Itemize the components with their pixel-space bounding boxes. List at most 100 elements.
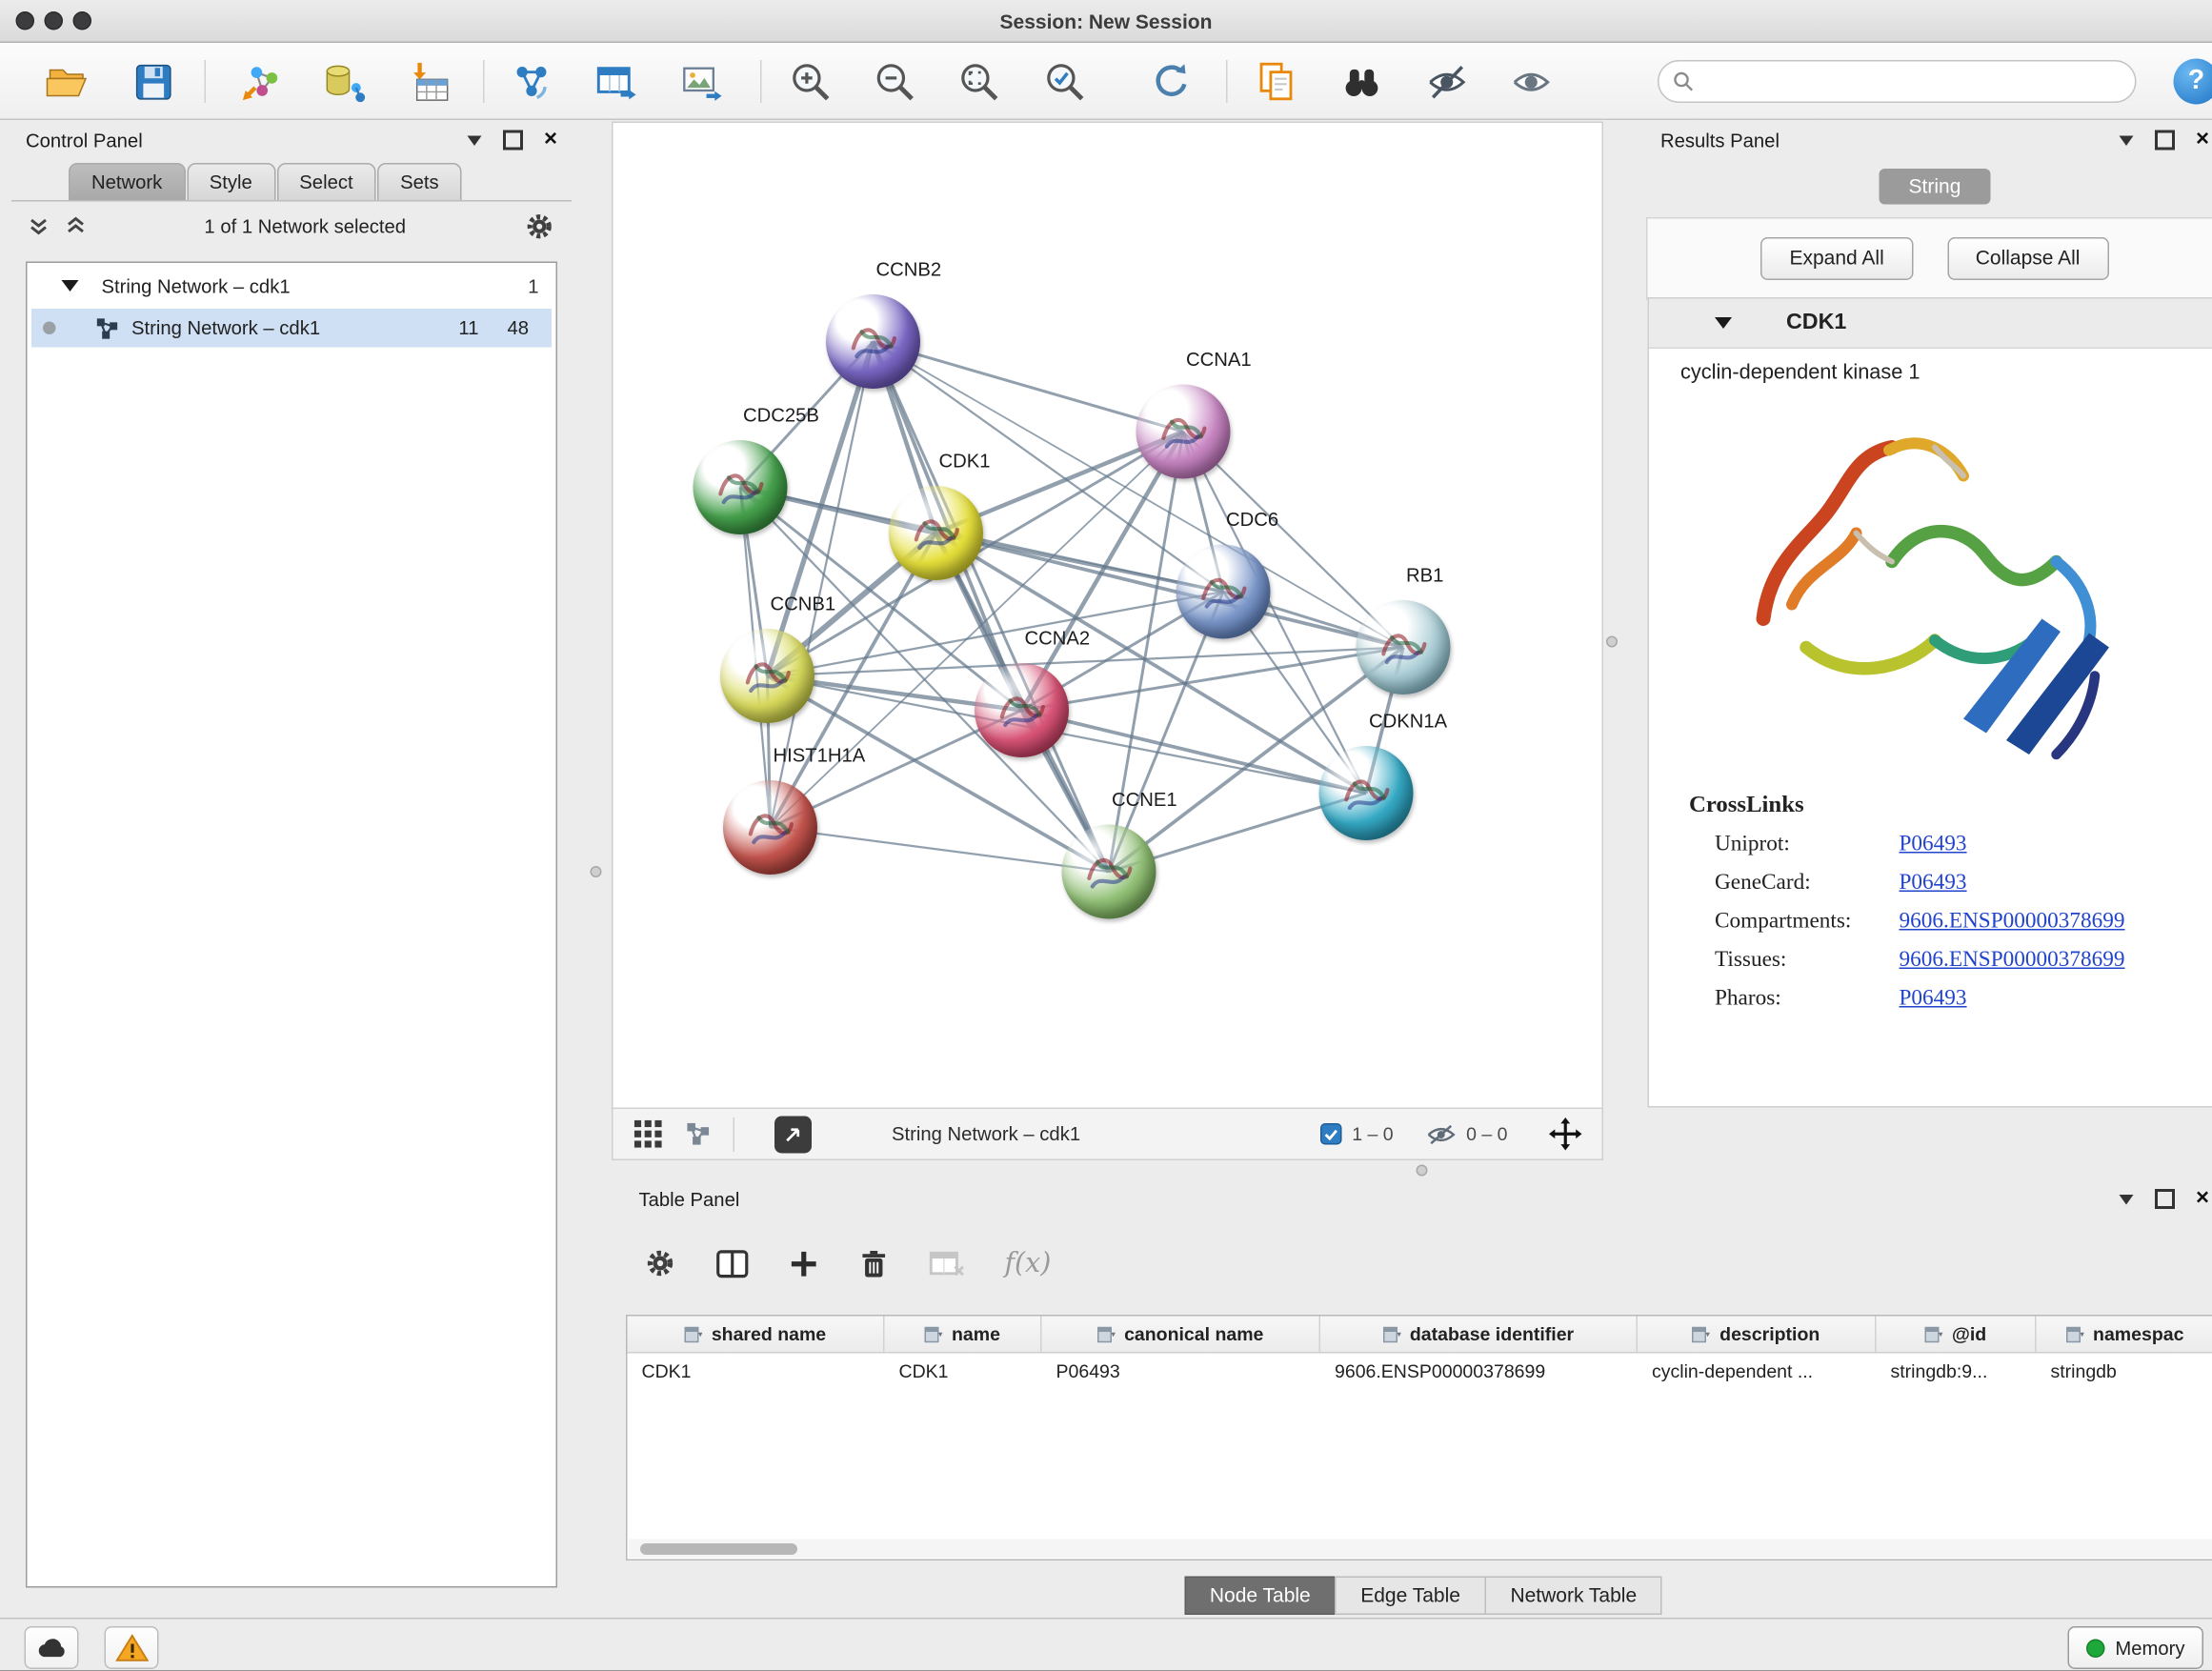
search-network-binoculars-icon[interactable] [1337,57,1386,106]
toolbar-separator [483,60,485,103]
refresh-icon[interactable] [1148,57,1196,106]
tab-style[interactable]: Style [187,163,275,200]
network-node-ccna1[interactable] [1136,385,1231,479]
column-header-shared-name[interactable]: shared name [628,1317,885,1353]
close-panel-icon[interactable]: × [2196,131,2209,151]
close-panel-icon[interactable]: × [544,131,557,151]
import-table-icon[interactable] [405,57,453,106]
new-table-icon[interactable] [591,57,639,106]
birds-eye-grid-icon[interactable] [633,1119,664,1150]
collapse-all-networks-icon[interactable] [66,216,86,236]
column-sort-icon [1924,1325,1943,1342]
pan-move-icon[interactable] [1549,1117,1582,1151]
network-node-cdc25b[interactable] [694,440,788,534]
network-label: String Network – cdk1 [131,317,320,339]
column-sort-icon [1097,1325,1116,1342]
network-node-rb1[interactable] [1357,600,1451,695]
clipboard-document-icon[interactable] [1252,57,1300,106]
column-header-description[interactable]: description [1638,1317,1877,1353]
help-icon[interactable]: ? [2174,59,2212,105]
search-input[interactable] [1702,70,2136,94]
network-node-ccnb2[interactable] [826,294,920,389]
memory-button[interactable]: Memory [2068,1626,2203,1669]
network-row-selected[interactable]: String Network – cdk1 11 48 [31,309,552,348]
export-view-button[interactable] [774,1116,812,1153]
vertical-splitter-handle[interactable] [591,866,602,877]
network-node-ccna2[interactable] [975,663,1069,757]
network-options-gear-icon[interactable] [525,211,555,241]
network-node-ccnb1[interactable] [720,629,814,723]
network-canvas[interactable]: CCNB2CCNA1CDC25BCDK1CDC6RB1CCNB1CCNA2CDK… [613,123,1602,1109]
zoom-in-icon[interactable] [786,57,835,106]
tab-string[interactable]: String [1880,169,1991,205]
network-node-label: RB1 [1406,565,1443,587]
float-panel-icon[interactable] [2154,131,2174,151]
network-tree: String Network – cdk1 1 String Network –… [26,262,557,1588]
tab-edge-table[interactable]: Edge Table [1335,1577,1486,1616]
column-header-label: database identifier [1410,1323,1574,1345]
close-panel-icon[interactable]: × [2196,1189,2209,1209]
horizontal-scrollbar-thumb[interactable] [640,1542,797,1554]
zoom-fit-icon[interactable] [955,57,1003,106]
import-network-file-icon[interactable] [236,57,285,106]
network-overview-icon[interactable] [686,1122,711,1147]
table-row[interactable]: CDK1CDK1P064939606.ENSP00000378699cyclin… [628,1354,2212,1390]
crosslink-link[interactable]: 9606.ENSP00000378699 [1900,947,2125,973]
selected-checkbox-icon[interactable] [1320,1123,1342,1145]
zoom-selected-icon[interactable] [1040,57,1089,106]
panel-menu-icon[interactable] [2119,135,2133,146]
network-glyph-icon [96,316,119,339]
column-header-canonical-name[interactable]: canonical name [1042,1317,1321,1353]
zoom-out-icon[interactable] [871,57,919,106]
hidden-eye-icon[interactable] [1426,1124,1457,1144]
tab-network-table[interactable]: Network Table [1484,1577,1662,1616]
crosslink-link[interactable]: P06493 [1900,870,1967,896]
protein-section-header[interactable]: CDK1 [1649,299,2212,350]
results-buttons-box: Expand All Collapse All [1646,217,2212,300]
vertical-splitter-handle[interactable] [1606,636,1618,648]
table-settings-gear-icon[interactable] [645,1248,676,1279]
crosslink-link[interactable]: 9606.ENSP00000378699 [1900,908,2125,934]
tab-select[interactable]: Select [276,163,375,200]
collapse-all-button[interactable]: Collapse All [1947,237,2109,280]
network-node-label: CCNE1 [1112,789,1177,811]
results-panel-title: Results Panel [1660,130,1780,151]
hide-unhide-icon[interactable] [1422,57,1471,106]
delete-column-trash-icon[interactable] [859,1248,890,1278]
network-node-cdkn1a[interactable] [1319,746,1414,840]
network-node-cdk1[interactable] [889,486,983,580]
panel-menu-icon[interactable] [2119,1194,2133,1204]
collapse-collection-icon[interactable] [62,280,79,292]
crosslink-link[interactable]: P06493 [1900,985,1967,1011]
import-network-database-icon[interactable] [319,57,368,106]
tab-node-table[interactable]: Node Table [1184,1577,1337,1616]
column-header-namespac[interactable]: namespac [2037,1317,2212,1353]
panel-menu-icon[interactable] [467,135,481,146]
warnings-button[interactable] [105,1626,159,1669]
network-node-ccne1[interactable] [1062,825,1156,919]
show-graphics-eye-icon[interactable] [1506,57,1555,106]
select-columns-icon[interactable] [716,1248,750,1278]
column-header-name[interactable]: name [885,1317,1042,1353]
network-node-hist1h1a[interactable] [723,780,817,875]
float-panel-icon[interactable] [502,131,522,151]
crosslink-link[interactable]: P06493 [1900,831,1967,856]
save-session-icon[interactable] [129,57,177,106]
column-header-database-identifier[interactable]: database identifier [1320,1317,1638,1353]
new-network-icon[interactable] [508,57,556,106]
cloud-status-button[interactable] [25,1626,79,1669]
network-collection-row[interactable]: String Network – cdk1 1 [28,263,556,309]
network-node-cdc6[interactable] [1176,545,1271,639]
export-image-icon[interactable] [676,57,725,106]
expand-all-button[interactable]: Expand All [1760,237,1912,280]
horizontal-splitter-handle[interactable] [1417,1165,1428,1177]
expand-all-networks-icon[interactable] [29,216,49,236]
collapse-section-icon[interactable] [1715,317,1732,329]
add-column-icon[interactable] [789,1248,819,1278]
column-header-label: description [1719,1323,1820,1345]
column-header--id[interactable]: @id [1877,1317,2037,1353]
tab-sets[interactable]: Sets [377,163,462,200]
tab-network[interactable]: Network [69,163,185,200]
open-session-icon[interactable] [43,57,91,106]
float-panel-icon[interactable] [2154,1189,2174,1209]
